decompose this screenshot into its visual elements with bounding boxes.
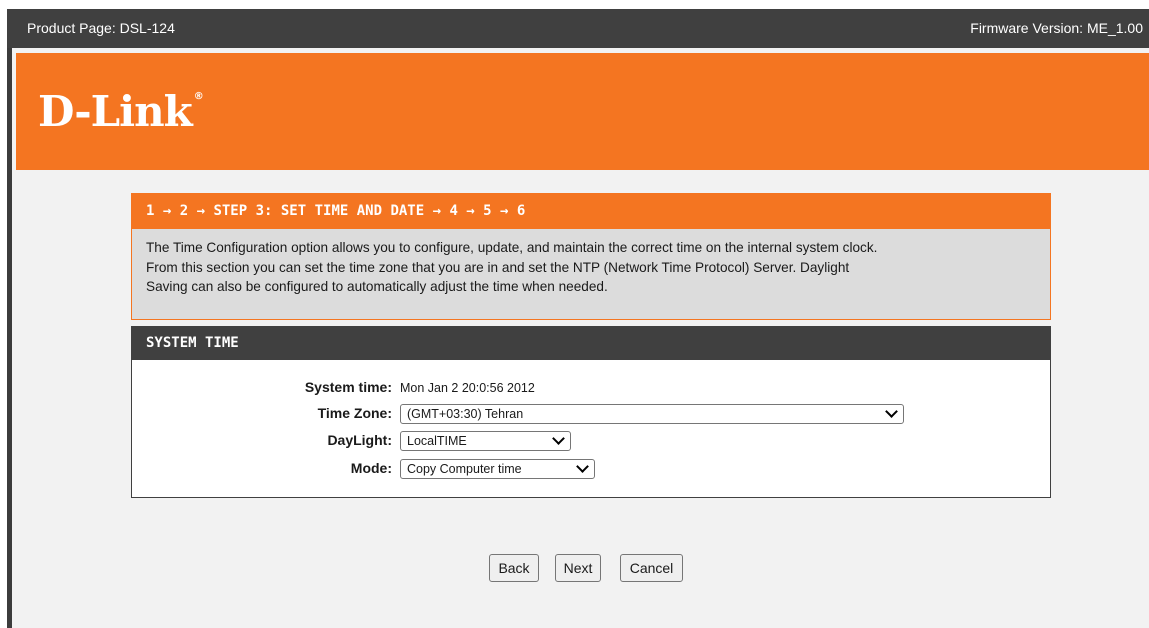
next-button[interactable]: Next [555, 554, 601, 582]
logo-text: D-Link [38, 87, 193, 136]
registered-mark: ® [193, 91, 204, 102]
wizard-steps-suffix: → 4 → 5 → 6 [424, 203, 526, 219]
top-bar: Product Page: DSL-124 Firmware Version: … [7, 9, 1149, 48]
firmware-version-label: Firmware Version: ME_1.00 [970, 20, 1143, 36]
system-time-label: System time: [304, 379, 392, 395]
wizard-steps-prefix: 1 → 2 → [146, 203, 214, 219]
mode-selected-value: Copy Computer time [407, 462, 522, 476]
description-line: Saving can also be configured to automat… [146, 279, 608, 294]
daylight-selected-value: LocalTIME [407, 434, 467, 448]
daylight-select[interactable]: LocalTIME [400, 431, 571, 451]
system-time-value: Mon Jan 2 20:0:56 2012 [400, 381, 535, 395]
chevron-down-icon [885, 405, 898, 418]
time-zone-label: Time Zone: [317, 405, 392, 421]
mode-label: Mode: [350, 460, 392, 476]
chevron-down-icon [576, 460, 589, 473]
wizard-step-header: 1 → 2 → STEP 3: SET TIME AND DATE → 4 → … [132, 194, 1050, 229]
header-banner: D-Link ® [16, 53, 1149, 170]
wizard-step-panel: 1 → 2 → STEP 3: SET TIME AND DATE → 4 → … [131, 193, 1051, 320]
mode-select[interactable]: Copy Computer time [400, 459, 595, 479]
product-page-label: Product Page: DSL-124 [27, 20, 175, 36]
time-zone-row: Time Zone: [132, 402, 392, 424]
back-button[interactable]: Back [489, 554, 539, 582]
chevron-down-icon [552, 432, 565, 445]
wizard-current-step: STEP 3: SET TIME AND DATE [213, 203, 425, 219]
system-time-panel: SYSTEM TIME System time: Mon Jan 2 20:0:… [131, 326, 1051, 498]
dlink-logo: D-Link ® [38, 87, 204, 136]
system-time-row: System time: [132, 377, 392, 399]
system-time-header: SYSTEM TIME [132, 327, 1050, 360]
wizard-description: The Time Configuration option allows you… [132, 229, 1050, 297]
time-zone-selected-value: (GMT+03:30) Tehran [407, 407, 524, 421]
description-line: The Time Configuration option allows you… [146, 240, 878, 255]
daylight-label: DayLight: [327, 432, 392, 448]
cancel-button[interactable]: Cancel [620, 554, 683, 582]
daylight-row: DayLight: [132, 429, 392, 451]
description-line: From this section you can set the time z… [146, 259, 850, 275]
mode-row: Mode: [132, 457, 392, 479]
time-zone-select[interactable]: (GMT+03:30) Tehran [400, 404, 904, 424]
